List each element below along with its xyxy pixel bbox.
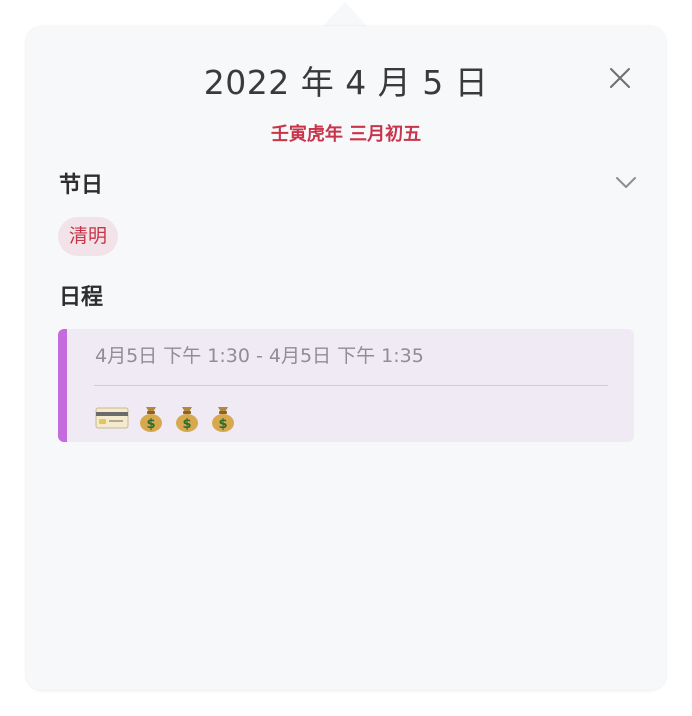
popover-pointer — [323, 2, 367, 26]
chevron-down-icon — [616, 177, 636, 188]
holidays-section-title: 节日 — [59, 173, 104, 198]
credit-card-icon — [95, 406, 129, 430]
svg-text:$: $ — [146, 417, 155, 432]
money-bag-icon: $ — [209, 403, 237, 433]
svg-text:$: $ — [218, 417, 227, 432]
event-divider — [94, 385, 608, 386]
svg-text:$: $ — [182, 417, 191, 432]
date-title: 2022 年 4 月 5 日 — [203, 63, 489, 102]
event-title-icons: $ $ $ — [95, 402, 237, 434]
schedule-event[interactable]: 4月5日 下午 1:30 - 4月5日 下午 1:35 $ $ $ — [58, 329, 634, 442]
holiday-tag[interactable]: 清明 — [58, 217, 119, 256]
holidays-collapse-toggle[interactable] — [614, 172, 638, 192]
money-bag-icon: $ — [173, 403, 201, 433]
event-time-range: 4月5日 下午 1:30 - 4月5日 下午 1:35 — [95, 345, 424, 367]
close-button[interactable] — [606, 64, 634, 92]
event-color-bar — [58, 329, 67, 442]
money-bag-icon: $ — [137, 403, 165, 433]
schedule-section-title: 日程 — [59, 285, 104, 310]
close-icon — [610, 68, 630, 88]
lunar-date: 壬寅虎年 三月初五 — [270, 124, 422, 145]
